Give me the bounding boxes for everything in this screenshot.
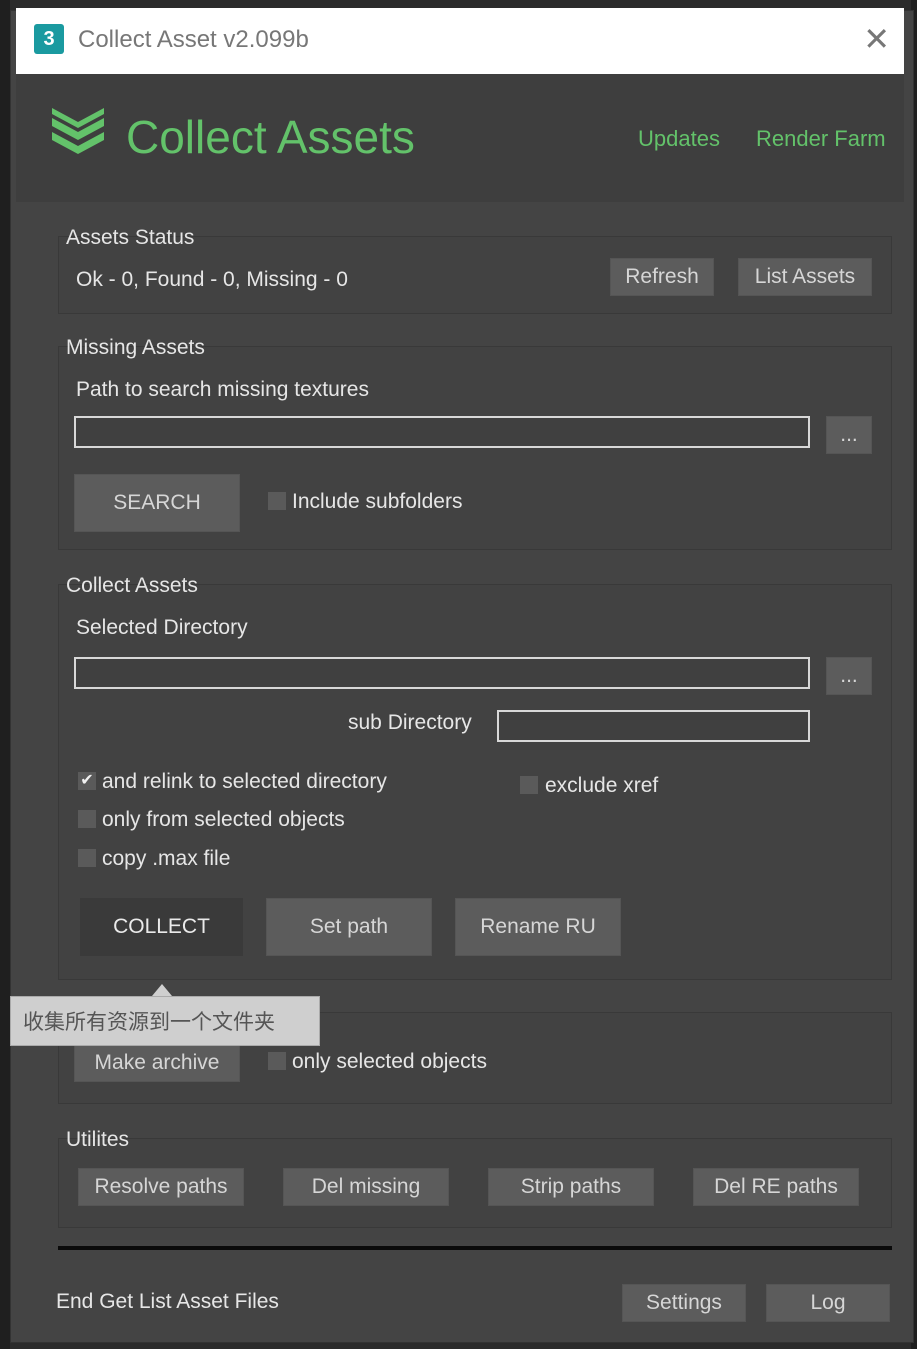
backdrop-left <box>0 0 10 1349</box>
3dsmax-icon: 3 <box>34 24 64 54</box>
collect-tooltip: 收集所有资源到一个文件夹 <box>10 996 320 1046</box>
include-subfolders-label: Include subfolders <box>292 490 463 513</box>
utilities-label: Utilites <box>66 1128 130 1151</box>
progress-bar <box>58 1246 892 1250</box>
del-re-paths-button[interactable]: Del RE paths <box>693 1168 859 1206</box>
header: Collect Assets Updates Render Farm <box>16 74 904 202</box>
tooltip-arrow <box>152 984 172 996</box>
relink-checkbox[interactable]: ✔ <box>78 772 96 790</box>
refresh-button[interactable]: Refresh <box>610 258 714 296</box>
render-farm-link[interactable]: Render Farm <box>756 126 886 152</box>
missing-path-input[interactable] <box>74 416 810 448</box>
exclude-xref-checkbox[interactable] <box>520 776 538 794</box>
window-title: Collect Asset v2.099b <box>78 26 309 53</box>
assets-status-text: Ok - 0, Found - 0, Missing - 0 <box>76 268 348 291</box>
include-subfolders-checkbox[interactable] <box>268 492 286 510</box>
log-button[interactable]: Log <box>766 1284 890 1322</box>
list-assets-button[interactable]: List Assets <box>738 258 872 296</box>
selected-directory-label: Selected Directory <box>76 616 248 639</box>
directory-browse-button[interactable]: ... <box>826 657 872 695</box>
layers-logo-icon <box>52 108 104 154</box>
del-missing-button[interactable]: Del missing <box>283 1168 449 1206</box>
archive-only-selected-checkbox[interactable] <box>268 1052 286 1070</box>
missing-assets-label: Missing Assets <box>66 336 205 359</box>
sub-directory-label: sub Directory <box>348 711 472 734</box>
assets-status-label: Assets Status <box>66 226 195 249</box>
exclude-xref-label: exclude xref <box>545 774 659 797</box>
updates-link[interactable]: Updates <box>638 126 720 152</box>
missing-browse-button[interactable]: ... <box>826 416 872 454</box>
close-icon[interactable]: ✕ <box>863 20 890 58</box>
logo-text: Collect Assets <box>126 111 415 163</box>
resolve-paths-button[interactable]: Resolve paths <box>78 1168 244 1206</box>
settings-button[interactable]: Settings <box>622 1284 746 1322</box>
collect-assets-label: Collect Assets <box>66 574 198 597</box>
relink-label: and relink to selected directory <box>102 770 387 793</box>
collect-button[interactable]: COLLECT <box>80 898 243 956</box>
title-bar: 3 Collect Asset v2.099b ✕ <box>16 8 904 74</box>
archive-only-selected-label: only selected objects <box>292 1050 487 1073</box>
only-selected-objects-label: only from selected objects <box>102 808 345 831</box>
rename-ru-button[interactable]: Rename RU <box>455 898 621 956</box>
make-archive-button[interactable]: Make archive <box>74 1044 240 1082</box>
selected-directory-input[interactable] <box>74 657 810 689</box>
search-button[interactable]: SEARCH <box>74 474 240 532</box>
footer-status-text: End Get List Asset Files <box>56 1290 279 1313</box>
missing-path-label: Path to search missing textures <box>76 378 369 401</box>
copy-max-label: copy .max file <box>102 847 231 870</box>
sub-directory-input[interactable] <box>497 710 810 742</box>
copy-max-checkbox[interactable] <box>78 849 96 867</box>
only-selected-objects-checkbox[interactable] <box>78 810 96 828</box>
set-path-button[interactable]: Set path <box>266 898 432 956</box>
strip-paths-button[interactable]: Strip paths <box>488 1168 654 1206</box>
